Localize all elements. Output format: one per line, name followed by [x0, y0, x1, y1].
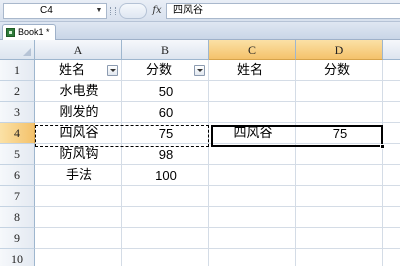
formula-bar-expand-oval[interactable] [119, 3, 147, 19]
column-header-b[interactable]: B [122, 40, 209, 60]
cell-a4[interactable]: 四风谷 [36, 123, 122, 144]
chevron-down-icon[interactable]: ▼ [94, 6, 104, 16]
cell-a2[interactable]: 水电费 [36, 81, 122, 102]
row-header-3[interactable]: 3 [0, 102, 35, 123]
cell-b2[interactable]: 50 [123, 81, 209, 102]
cell-b6[interactable]: 100 [123, 165, 209, 186]
column-header-c[interactable]: C [209, 40, 296, 60]
gridline-horizontal [35, 206, 400, 207]
cell-d4[interactable]: 75 [297, 123, 383, 144]
row-header-10[interactable]: 10 [0, 249, 35, 266]
name-box-value: C4 [40, 5, 53, 16]
spreadsheet-grid: A B C D 1 2 3 4 5 6 7 8 9 10 姓名 分数 姓名 分数… [0, 40, 400, 266]
workbook-tab[interactable]: Book1 * [2, 24, 56, 41]
row-header-5[interactable]: 5 [0, 144, 35, 165]
workbook-tab-strip: Book1 * [0, 22, 400, 41]
column-header-d[interactable]: D [296, 40, 383, 60]
row-header-8[interactable]: 8 [0, 207, 35, 228]
formula-input[interactable]: 四风谷 [166, 3, 400, 19]
cell-b4[interactable]: 75 [123, 123, 209, 144]
formula-bar: C4 ▼ fx 四风谷 [0, 0, 400, 22]
select-all-corner[interactable] [0, 40, 35, 60]
gridline-horizontal [35, 227, 400, 228]
column-header-a[interactable]: A [35, 40, 122, 60]
row-header-4[interactable]: 4 [0, 123, 35, 144]
row-header-1[interactable]: 1 [0, 60, 35, 81]
gridline-vertical [382, 60, 383, 266]
row-header-7[interactable]: 7 [0, 186, 35, 207]
cell-a1[interactable]: 姓名 [36, 60, 108, 81]
cell-d1[interactable]: 分数 [297, 60, 377, 81]
column-header-e[interactable] [383, 40, 400, 60]
excel-workbook-icon [6, 28, 15, 37]
row-header-9[interactable]: 9 [0, 228, 35, 249]
cell-b3[interactable]: 60 [123, 102, 209, 123]
cell-c4[interactable]: 四风谷 [210, 123, 296, 144]
gridline-horizontal [35, 248, 400, 249]
insert-function-icon[interactable]: fx [149, 3, 165, 19]
cell-a3[interactable]: 刚发的 [36, 102, 122, 123]
fill-handle[interactable] [380, 144, 385, 149]
row-header-6[interactable]: 6 [0, 165, 35, 186]
filter-dropdown-icon[interactable] [107, 65, 118, 76]
workbook-tab-label: Book1 * [18, 27, 50, 37]
cell-b5[interactable]: 98 [123, 144, 209, 165]
gridline-vertical [295, 60, 296, 266]
row-header-2[interactable]: 2 [0, 81, 35, 102]
splitter-handle[interactable] [110, 7, 116, 15]
cell-b1[interactable]: 分数 [123, 60, 195, 81]
cell-c1[interactable]: 姓名 [210, 60, 290, 81]
name-box[interactable]: C4 ▼ [3, 3, 107, 19]
filter-dropdown-icon[interactable] [194, 65, 205, 76]
cell-a6[interactable]: 手法 [36, 165, 122, 186]
cell-a5[interactable]: 防风钩 [36, 144, 122, 165]
